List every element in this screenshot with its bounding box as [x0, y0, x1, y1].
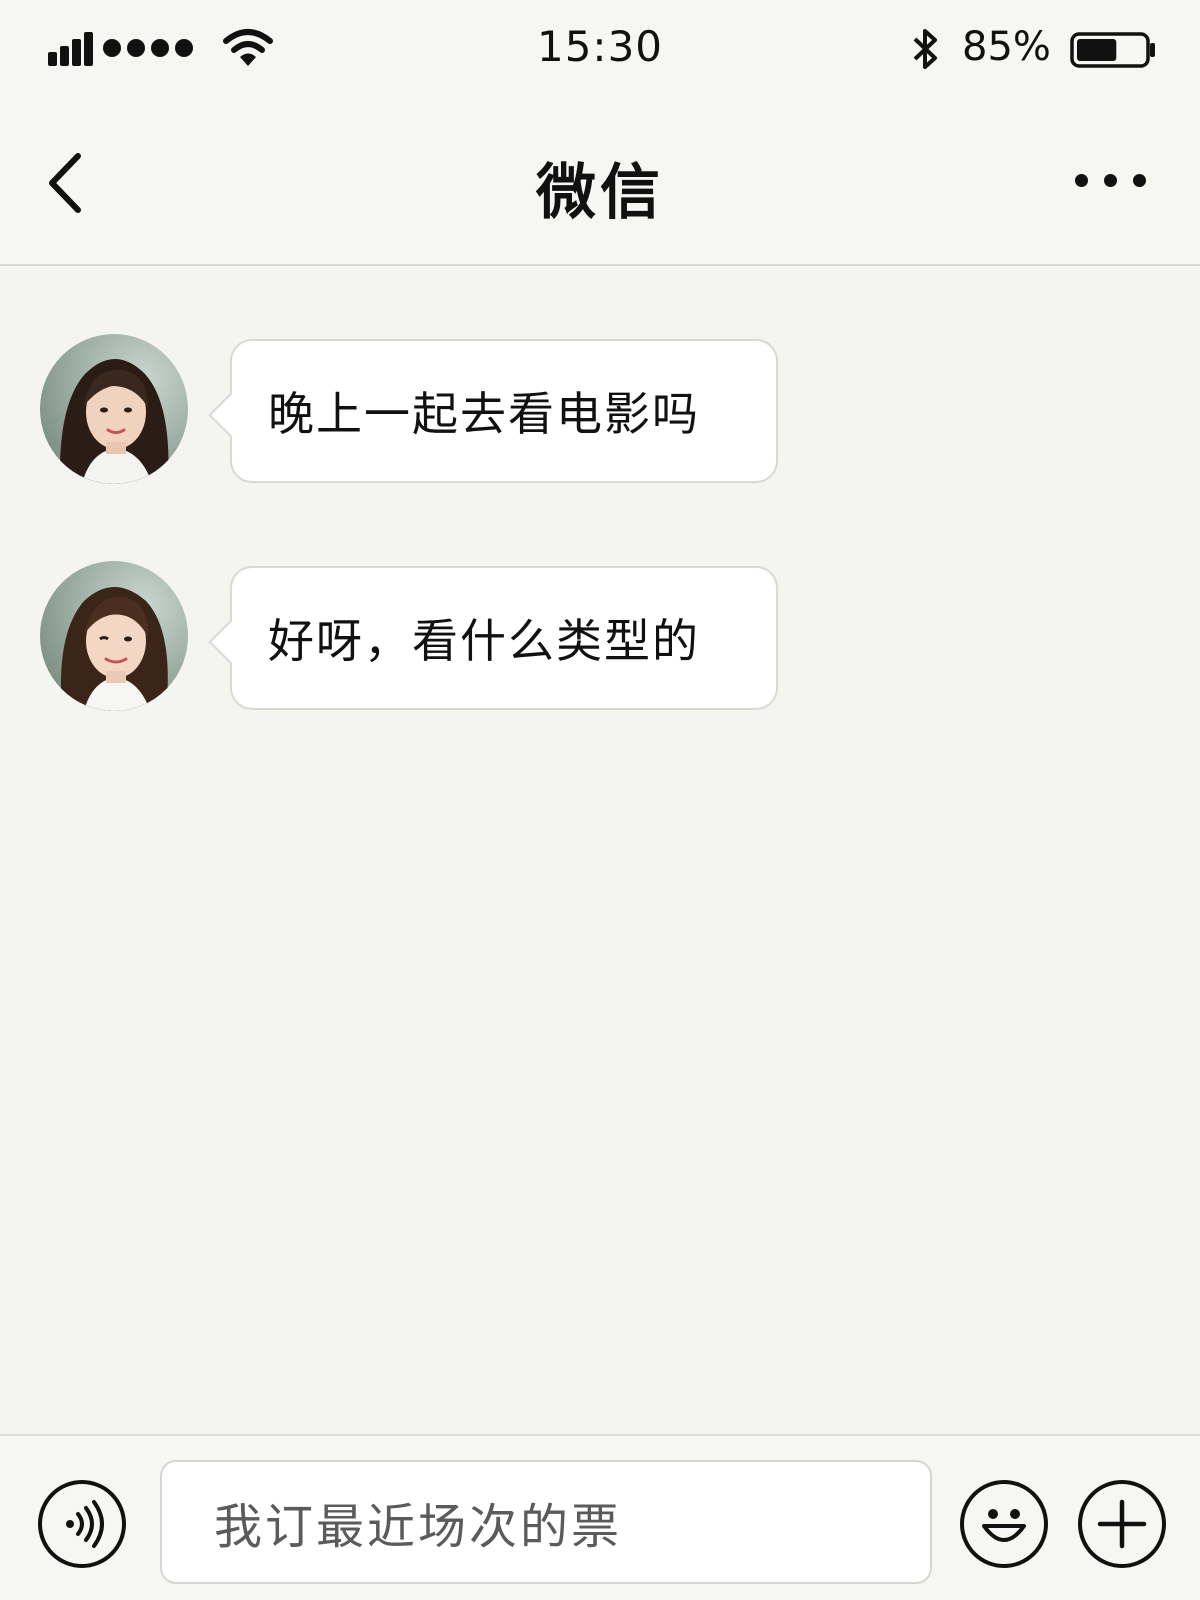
signal-dots-icon: [103, 39, 193, 57]
input-bar: 我订最近场次的票: [0, 1434, 1200, 1600]
message-item: 晚上一起去看电影吗: [40, 334, 800, 486]
more-dots-icon[interactable]: [1075, 174, 1146, 187]
voice-icon: [66, 1500, 104, 1548]
avatar-woman-icon: [59, 359, 169, 484]
battery-icon: [1070, 32, 1155, 68]
page-title: 微信: [536, 158, 664, 228]
message-item: 好呀，看什么类型的: [40, 561, 800, 713]
chat-screen: 15:30 85% 微信 晚上一起去看电影吗 好呀，看什么类型的 我订最近场次的…: [0, 0, 1200, 1600]
voice-button[interactable]: [38, 1480, 126, 1568]
message-bubble[interactable]: 晚上一起去看电影吗: [230, 339, 778, 483]
message-input[interactable]: 我订最近场次的票: [160, 1460, 932, 1584]
message-input-value: 我订最近场次的票: [214, 1499, 623, 1555]
signal-icon: [48, 32, 94, 66]
bluetooth-icon: [913, 29, 937, 69]
message-bubble[interactable]: 好呀，看什么类型的: [230, 566, 778, 710]
message-text: 晚上一起去看电影吗: [268, 387, 700, 441]
emoji-button[interactable]: [960, 1480, 1048, 1568]
avatar[interactable]: [40, 334, 188, 484]
message-list: 晚上一起去看电影吗 好呀，看什么类型的: [0, 268, 1200, 1433]
avatar-woman-icon: [60, 587, 168, 711]
plus-icon: [1097, 1499, 1147, 1549]
avatar[interactable]: [40, 561, 188, 711]
plus-button[interactable]: [1078, 1480, 1166, 1568]
nav-bar: 微信: [0, 100, 1200, 266]
message-text: 好呀，看什么类型的: [268, 614, 700, 668]
wifi-icon: [223, 29, 273, 66]
status-time: 15:30: [536, 22, 664, 71]
battery-percent: 85%: [962, 24, 1051, 70]
status-bar: 15:30 85%: [0, 0, 1200, 100]
smile-emoji-icon: [982, 1509, 1026, 1542]
